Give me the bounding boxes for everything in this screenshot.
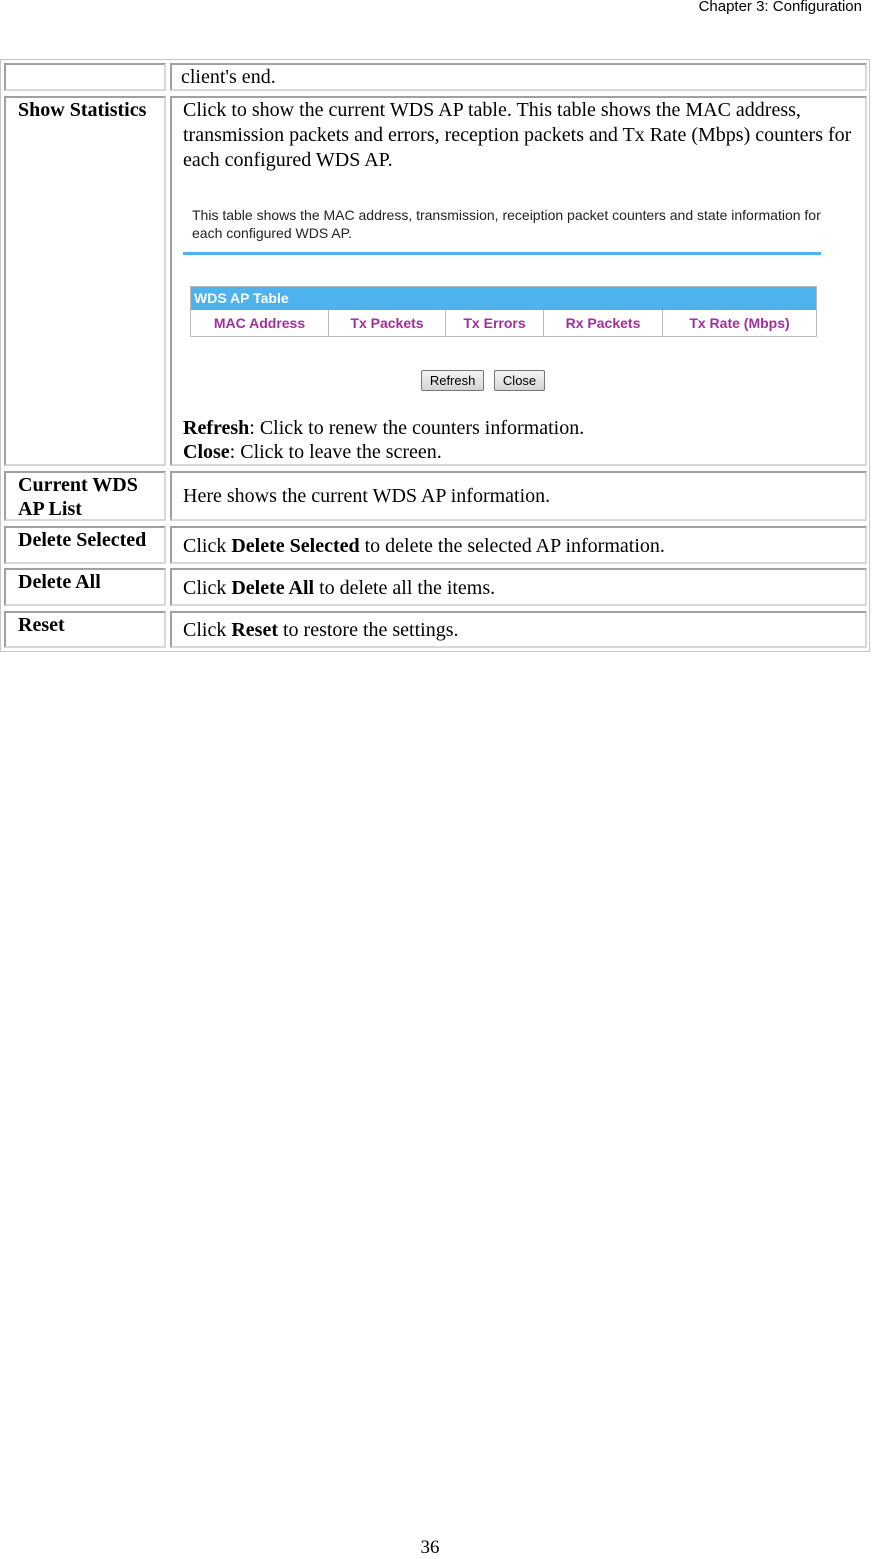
text: Click xyxy=(183,535,232,557)
wds-ap-table: WDS AP Table MAC Address Tx Packets Tx E… xyxy=(190,286,817,337)
row-label-current-wds-ap-list: Current WDS AP List xyxy=(4,471,166,521)
close-note: Close: Click to leave the screen. xyxy=(183,440,442,465)
divider xyxy=(183,252,821,255)
row-desc: Click Reset to restore the settings. xyxy=(170,611,867,648)
row-label-reset: Reset xyxy=(4,611,166,648)
row-desc: Click Delete All to delete all the items… xyxy=(170,568,867,606)
desc-text: Click to show the current WDS AP table. … xyxy=(183,99,852,171)
refresh-button[interactable]: Refresh xyxy=(420,370,485,391)
note-text: : Click to renew the counters informatio… xyxy=(249,417,585,439)
row-label-delete-all: Delete All xyxy=(4,568,166,606)
row-label-delete-selected: Delete Selected xyxy=(4,526,166,564)
note-text: : Click to leave the screen. xyxy=(229,441,442,463)
column-header: Tx Rate (Mbps) xyxy=(689,315,790,331)
wds-ap-table-screenshot: This table shows the MAC address, transm… xyxy=(183,206,823,392)
row-desc: client's end. xyxy=(170,63,867,91)
screenshot-description: This table shows the MAC address, transm… xyxy=(192,207,821,241)
term: Delete Selected xyxy=(231,535,360,557)
row-label-empty xyxy=(4,63,166,91)
term: Reset xyxy=(231,619,278,641)
text: Click xyxy=(183,619,232,641)
column-header: Rx Packets xyxy=(544,310,663,336)
chapter-header: Chapter 3: Configuration xyxy=(698,0,862,15)
text: to delete the selected AP information. xyxy=(359,535,665,557)
row-desc: Click Delete Selected to delete the sele… xyxy=(170,526,867,564)
table-header-row: MAC Address Tx Packets Tx Errors Rx Pack… xyxy=(191,310,816,336)
row-desc-show-statistics: Click to show the current WDS AP table. … xyxy=(170,96,867,466)
column-header: Tx Errors xyxy=(446,310,544,336)
term: Refresh xyxy=(183,417,250,439)
refresh-note: Refresh: Click to renew the counters inf… xyxy=(183,416,584,441)
close-button[interactable]: Close xyxy=(493,370,546,391)
text: to restore the settings. xyxy=(277,619,459,641)
text: Click xyxy=(183,577,232,599)
row-desc: Here shows the current WDS AP informatio… xyxy=(170,471,867,521)
term: Close xyxy=(183,441,230,463)
row-label-show-statistics: Show Statistics xyxy=(4,96,166,466)
page-number: 36 xyxy=(420,1537,440,1558)
text: to delete all the items. xyxy=(314,577,496,599)
column-header: MAC Address xyxy=(191,310,329,336)
column-header: Tx Packets xyxy=(329,310,446,336)
table-title: WDS AP Table xyxy=(191,287,816,310)
term: Delete All xyxy=(231,577,315,599)
